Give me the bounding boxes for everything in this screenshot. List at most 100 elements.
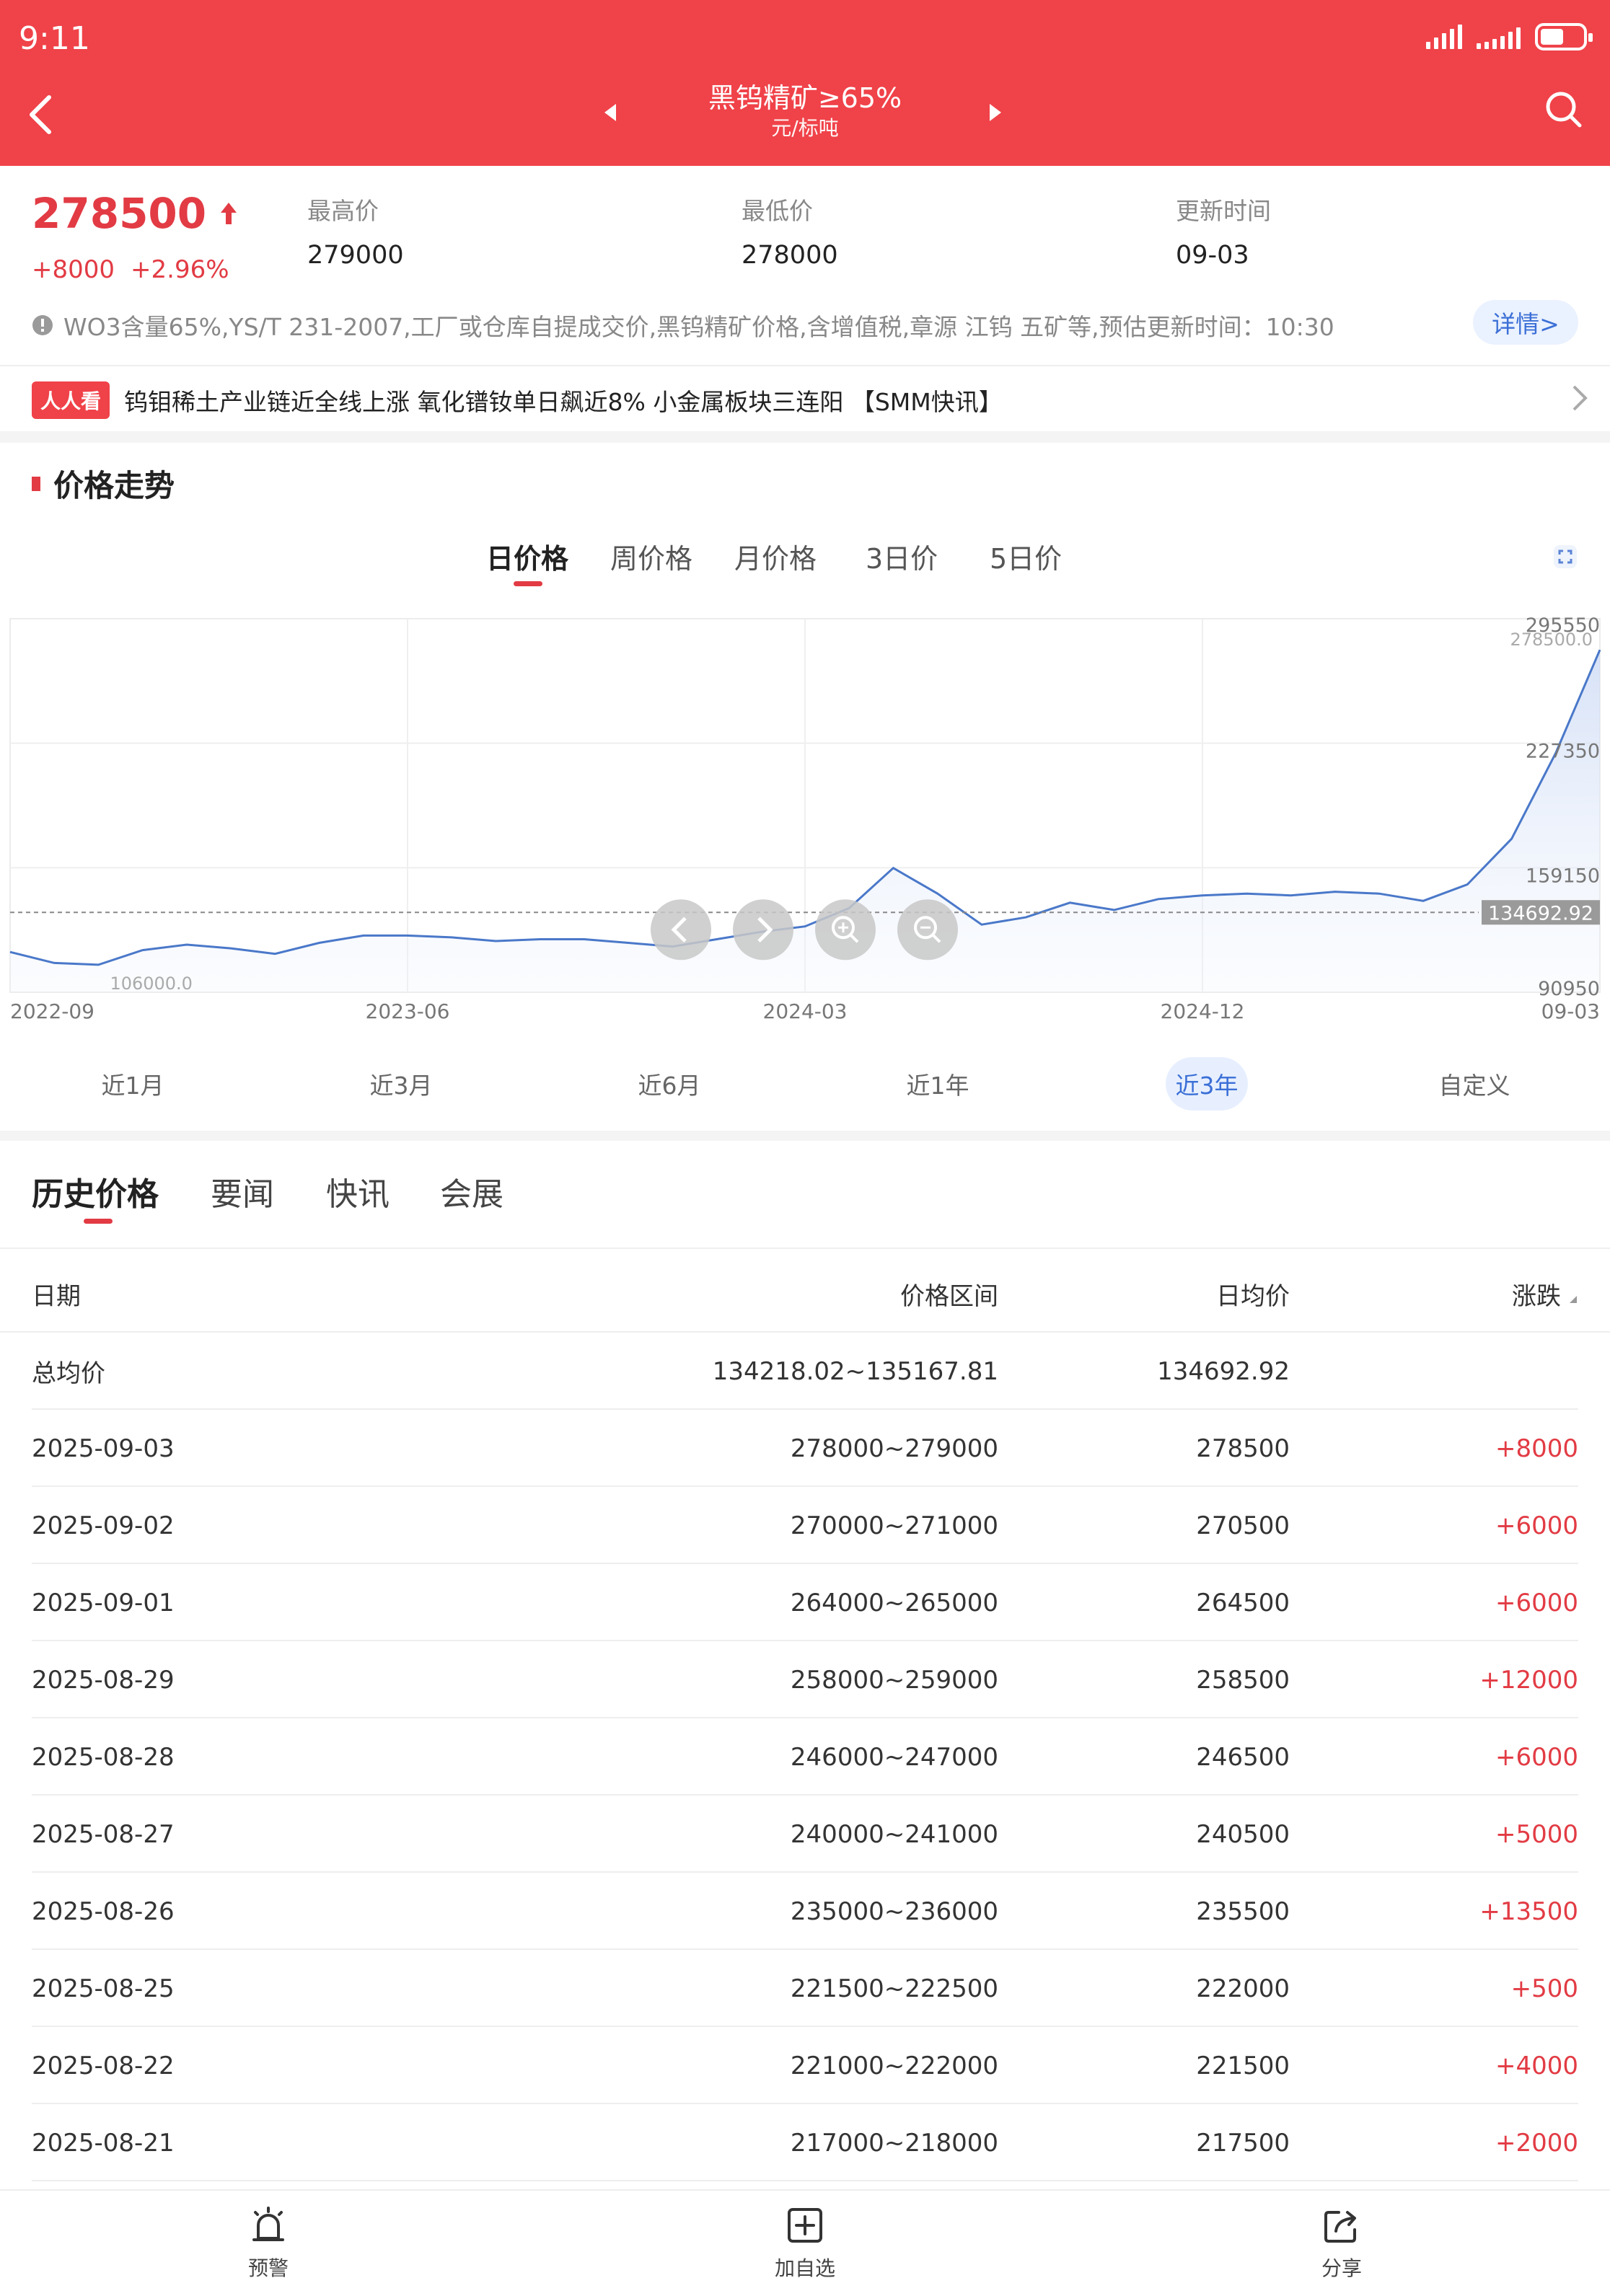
alert-label: 预警 [247, 2256, 289, 2280]
zoom-out-button[interactable] [897, 899, 958, 961]
share-button[interactable]: 分享 [1270, 2205, 1414, 2282]
range-1-year[interactable]: 近1年 [894, 1057, 981, 1111]
row-range: 221500~222500 [790, 1974, 998, 2003]
table-row: 2025-09-01 264000~265000 264500 +6000 [0, 1564, 1610, 1641]
table-header: 日期 价格区间 日均价 涨跌 [0, 1255, 1610, 1333]
row-change: +6000 [1495, 1511, 1578, 1540]
tab-5day-price[interactable]: 5日价 [990, 537, 1062, 576]
share-label: 分享 [1321, 2256, 1362, 2280]
x-tick-label: 2022-09 [10, 999, 94, 1023]
range-1-month[interactable]: 近1月 [89, 1057, 176, 1111]
header-change[interactable]: 涨跌 [1512, 1255, 1578, 1333]
chevron-right-icon [1572, 385, 1588, 411]
header-date: 日期 [32, 1281, 81, 1311]
row-range: 246000~247000 [790, 1742, 998, 1772]
row-range: 240000~241000 [790, 1819, 998, 1849]
trend-title: 价格走势 [53, 468, 175, 503]
add-watchlist-button[interactable]: 加自选 [733, 2205, 877, 2282]
row-avg: 240500 [1196, 1819, 1290, 1849]
section-gap [0, 431, 1610, 443]
y-tick-label: 90950 [1538, 978, 1600, 1000]
zoom-in-button[interactable] [815, 899, 876, 961]
row-avg: 258500 [1196, 1665, 1290, 1695]
next-product-button[interactable] [988, 102, 1003, 125]
tab-flash-news[interactable]: 快讯 [326, 1168, 390, 1214]
table-row: 2025-08-28 246000~247000 246500 +6000 [0, 1718, 1610, 1796]
row-change: +12000 [1479, 1665, 1578, 1695]
reference-label: 134692.92 [1488, 902, 1593, 924]
row-change: +13500 [1479, 1897, 1578, 1926]
title-block: 黑钨精矿≥65% 元/标吨 [0, 81, 1610, 141]
detail-button[interactable]: 详情> [1473, 300, 1578, 345]
row-change: +500 [1510, 1974, 1578, 2003]
fullscreen-button[interactable] [1552, 544, 1578, 573]
table-row: 2025-09-02 270000~271000 270500 +6000 [0, 1487, 1610, 1564]
y-tick-label: 227350 [1526, 741, 1600, 763]
pan-left-button[interactable] [651, 899, 711, 961]
range-3-months[interactable]: 近3月 [358, 1057, 444, 1111]
row-date: 2025-09-01 [32, 1588, 175, 1617]
high-price-label: 最高价 [307, 197, 379, 225]
current-price: 278500 [32, 189, 238, 238]
row-range: 264000~265000 [790, 1588, 998, 1617]
tab-monthly-price[interactable]: 月价格 [734, 537, 817, 576]
tab-key-news[interactable]: 要闻 [211, 1168, 274, 1214]
row-avg: 217500 [1196, 2128, 1290, 2158]
range-custom[interactable]: 自定义 [1431, 1057, 1518, 1111]
row-date: 2025-08-21 [32, 2128, 175, 2158]
row-range: 217000~218000 [790, 2128, 998, 2158]
app-header: 9:11 黑钨精矿≥65% 元/标吨 [0, 0, 1610, 166]
row-change: +6000 [1495, 1588, 1578, 1617]
alarm-icon [252, 2207, 284, 2241]
low-price-stat: 最低价 278000 [742, 192, 838, 270]
x-tick-label: 2023-06 [366, 999, 450, 1023]
pan-right-button[interactable] [733, 899, 793, 961]
row-avg: 222000 [1196, 1974, 1290, 2003]
table-row: 2025-09-03 278000~279000 278500 +8000 [0, 1410, 1610, 1487]
row-date: 2025-08-26 [32, 1897, 175, 1926]
row-date: 2025-08-25 [32, 1974, 175, 2003]
row-change: +8000 [1495, 1434, 1578, 1463]
tab-exhibitions[interactable]: 会展 [440, 1168, 503, 1214]
x-tick-label: 2024-12 [1161, 999, 1245, 1023]
battery-icon [1535, 23, 1593, 50]
status-icons [1426, 23, 1593, 50]
tab-daily-price[interactable]: 日价格 [486, 537, 568, 576]
update-time-stat: 更新时间 09-03 [1176, 192, 1271, 270]
up-arrow-icon [221, 203, 237, 224]
row-date: 2025-08-28 [32, 1742, 175, 1772]
add-box-icon [788, 2208, 822, 2243]
range-6-months[interactable]: 近6月 [626, 1057, 713, 1111]
tab-3day-price[interactable]: 3日价 [866, 537, 938, 576]
row-avg: 264500 [1196, 1588, 1290, 1617]
news-headline: 钨钼稀土产业链近全线上涨 氧化镨钕单日飙近8% 小金属板块三连阳 【SMM快讯】 [124, 388, 1003, 416]
x-tick-label: 09-03 [1541, 999, 1600, 1023]
section-gap [0, 1131, 1610, 1141]
news-banner[interactable]: 人人看 钨钼稀土产业链近全线上涨 氧化镨钕单日飙近8% 小金属板块三连阳 【SM… [32, 371, 1588, 430]
triangle-right-icon [990, 104, 1001, 121]
price-chart[interactable]: 134692.92 295550227350159150909502022-09… [0, 613, 1610, 1031]
row-range: 278000~279000 [790, 1434, 998, 1463]
row-avg: 246500 [1196, 1742, 1290, 1772]
low-price-label: 最低价 [742, 197, 813, 225]
bottom-nav: 预警 加自选 分享 [0, 2189, 1610, 2296]
price-unit: 元/标吨 [771, 116, 839, 140]
alert-button[interactable]: 预警 [196, 2205, 340, 2282]
divider [0, 1248, 1610, 1249]
low-price-value: 278000 [742, 241, 838, 270]
summary-label: 总均价 [32, 1359, 105, 1388]
high-price-value: 279000 [307, 241, 404, 270]
row-divider [32, 2180, 1578, 2181]
update-time-label: 更新时间 [1176, 197, 1271, 225]
row-date: 2025-08-29 [32, 1665, 175, 1695]
tab-history-price[interactable]: 历史价格 [32, 1168, 159, 1214]
row-date: 2025-08-22 [32, 2051, 175, 2080]
table-row: 2025-08-29 258000~259000 258500 +12000 [0, 1641, 1610, 1718]
row-change: +4000 [1495, 2051, 1578, 2080]
range-3-years[interactable]: 近3年 [1166, 1057, 1248, 1111]
current-price-value: 278500 [32, 189, 207, 238]
tab-weekly-price[interactable]: 周价格 [610, 537, 692, 576]
search-button[interactable] [1544, 89, 1584, 133]
divider [0, 365, 1610, 366]
fullscreen-icon [1554, 545, 1577, 568]
